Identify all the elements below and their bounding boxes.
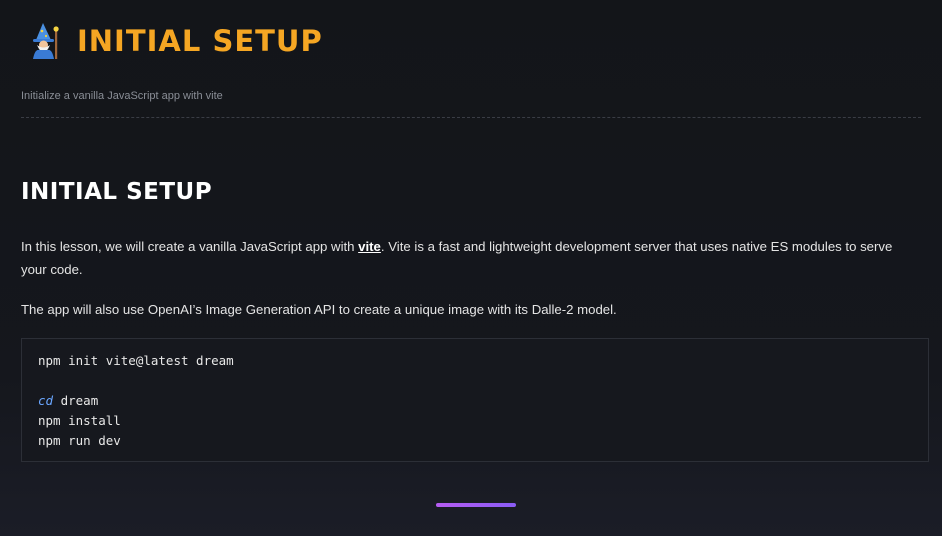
header-divider xyxy=(21,117,921,118)
api-paragraph: The app will also use OpenAI’s Image Gen… xyxy=(21,302,617,317)
page-title: Initial Setup xyxy=(77,24,323,58)
section-heading: Initial Setup xyxy=(21,179,213,205)
code-line-2: cd dream xyxy=(38,391,234,411)
progress-bar xyxy=(436,503,516,507)
code-block: npm init vite@latest dream cd dream npm in… xyxy=(21,338,929,462)
page-subtitle: Initialize a vanilla JavaScript app with… xyxy=(21,90,223,102)
code-line-4: npm run dev xyxy=(38,433,121,448)
intro-paragraph: In this lesson, we will create a vanilla… xyxy=(21,235,921,281)
code-lines: npm init vite@latest dream cd dream npm in… xyxy=(38,351,234,451)
code-line-3: npm install xyxy=(38,413,121,428)
intro-text-start: In this lesson, we will create a vanilla… xyxy=(21,239,359,254)
wizard-icon xyxy=(33,23,59,59)
vite-link[interactable]: vite xyxy=(358,239,381,254)
code-line-2-rest: dream xyxy=(53,393,99,408)
code-line-1: npm init vite@latest dream xyxy=(38,353,234,368)
page-header: Initial Setup Initialize a vanilla JavaS… xyxy=(0,0,942,118)
lesson-content: Initial Setup In this lesson, we will cr… xyxy=(21,170,921,321)
code-keyword-cd: cd xyxy=(38,393,54,408)
